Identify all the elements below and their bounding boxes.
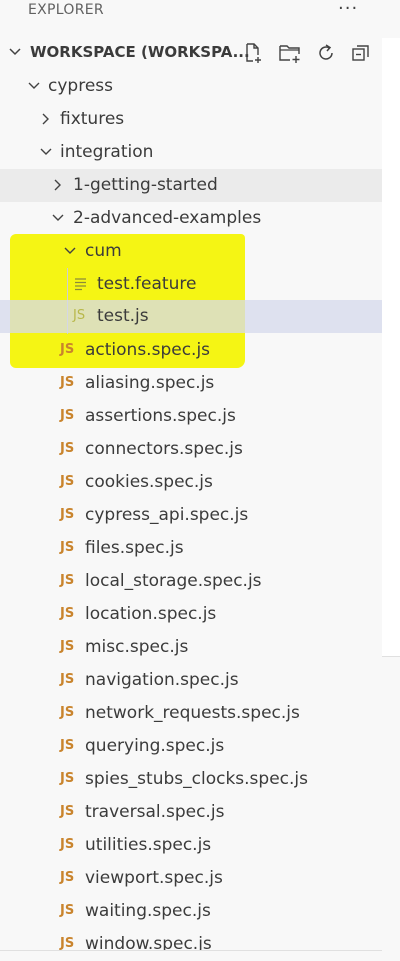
js-file-icon: JS bbox=[60, 738, 75, 753]
tree-item-label: navigation.spec.js bbox=[85, 670, 239, 690]
tree-item-label: test.feature bbox=[97, 274, 197, 294]
tree-item-querying-spec[interactable]: JS querying.spec.js bbox=[0, 730, 382, 763]
editor-edge-top bbox=[382, 0, 400, 38]
tree-item-label: waiting.spec.js bbox=[85, 901, 211, 921]
tree-item-misc-spec[interactable]: JS misc.spec.js bbox=[0, 631, 382, 664]
tree-item-label: fixtures bbox=[60, 109, 125, 129]
tree-item-connectors-spec[interactable]: JS connectors.spec.js bbox=[0, 433, 382, 466]
tree-item-waiting-spec[interactable]: JS waiting.spec.js bbox=[0, 895, 382, 928]
tree-item-label: cypress bbox=[48, 76, 113, 96]
editor-edge-bottom bbox=[382, 656, 400, 961]
chevron-down-icon[interactable] bbox=[26, 78, 42, 94]
tree-item-label: local_storage.spec.js bbox=[85, 571, 262, 591]
js-file-icon: JS bbox=[60, 936, 75, 951]
tree-item-label: aliasing.spec.js bbox=[85, 373, 215, 393]
tree-item-viewport-spec[interactable]: JS viewport.spec.js bbox=[0, 862, 382, 895]
panel-bottom-border bbox=[0, 950, 382, 961]
tree-item-aliasing-spec[interactable]: JS aliasing.spec.js bbox=[0, 367, 382, 400]
tree-item-navigation-spec[interactable]: JS navigation.spec.js bbox=[0, 664, 382, 697]
workspace-header[interactable]: WORKSPACE (WORKSPA... bbox=[0, 36, 382, 68]
chevron-down-icon[interactable] bbox=[62, 243, 78, 259]
tree-item-assertions-spec[interactable]: JS assertions.spec.js bbox=[0, 400, 382, 433]
more-actions-icon[interactable]: ··· bbox=[338, 0, 358, 19]
tree-item-label: cookies.spec.js bbox=[85, 472, 213, 492]
tree-item-utilities-spec[interactable]: JS utilities.spec.js bbox=[0, 829, 382, 862]
tree-item-actions-spec[interactable]: JS actions.spec.js bbox=[0, 334, 382, 367]
workspace-title: WORKSPACE (WORKSPA... bbox=[30, 43, 250, 61]
workspace-actions bbox=[240, 42, 375, 64]
tree-item-label: actions.spec.js bbox=[85, 340, 211, 360]
tree-item-files-spec[interactable]: JS files.spec.js bbox=[0, 532, 382, 565]
tree-item-label: assertions.spec.js bbox=[85, 406, 236, 426]
tree-item-local-storage-spec[interactable]: JS local_storage.spec.js bbox=[0, 565, 382, 598]
chevron-down-icon[interactable] bbox=[6, 43, 24, 61]
explorer-title: EXPLORER bbox=[28, 2, 104, 18]
tree-item-test-js[interactable]: JS test.js bbox=[0, 300, 382, 333]
tree-item-network-requests-spec[interactable]: JS network_requests.spec.js bbox=[0, 697, 382, 730]
explorer-panel: EXPLORER ··· WORKSPACE (WORKSPA... cypre… bbox=[0, 0, 382, 961]
tree-item-label: test.js bbox=[97, 306, 149, 326]
tree-item-label: 2-advanced-examples bbox=[73, 208, 262, 228]
js-file-icon: JS bbox=[60, 639, 75, 654]
tree-item-cum[interactable]: cum bbox=[0, 235, 382, 268]
tree-item-traversal-spec[interactable]: JS traversal.spec.js bbox=[0, 796, 382, 829]
js-file-icon: JS bbox=[60, 540, 75, 555]
js-file-icon: JS bbox=[60, 672, 75, 687]
js-file-icon: JS bbox=[60, 507, 75, 522]
tree-item-label: querying.spec.js bbox=[85, 736, 225, 756]
chevron-down-icon[interactable] bbox=[50, 210, 66, 226]
tree-item-label: network_requests.spec.js bbox=[85, 703, 300, 723]
refresh-icon[interactable] bbox=[315, 42, 337, 64]
tree-item-label: files.spec.js bbox=[85, 538, 184, 558]
tree-item-location-spec[interactable]: JS location.spec.js bbox=[0, 598, 382, 631]
tree-item-1-getting-started[interactable]: 1-getting-started bbox=[0, 169, 382, 202]
chevron-right-icon[interactable] bbox=[50, 177, 66, 193]
feature-file-icon bbox=[74, 277, 90, 293]
new-folder-icon[interactable] bbox=[278, 42, 300, 64]
tree-item-label: location.spec.js bbox=[85, 604, 217, 624]
tree-item-label: integration bbox=[60, 142, 154, 162]
tree-item-cookies-spec[interactable]: JS cookies.spec.js bbox=[0, 466, 382, 499]
collapse-all-icon[interactable] bbox=[350, 42, 372, 64]
tree-item-test-feature[interactable]: test.feature bbox=[0, 268, 382, 301]
js-file-icon: JS bbox=[60, 870, 75, 885]
tree-item-label: spies_stubs_clocks.spec.js bbox=[85, 769, 308, 789]
explorer-header: EXPLORER ··· bbox=[0, 0, 382, 22]
chevron-down-icon[interactable] bbox=[38, 144, 54, 160]
chevron-right-icon[interactable] bbox=[38, 111, 54, 127]
js-file-icon: JS bbox=[73, 308, 86, 323]
tree-item-label: utilities.spec.js bbox=[85, 835, 212, 855]
js-file-icon: JS bbox=[60, 804, 75, 819]
tree-item-label: connectors.spec.js bbox=[85, 439, 243, 459]
tree-item-cypress[interactable]: cypress bbox=[0, 70, 382, 103]
js-file-icon: JS bbox=[60, 903, 75, 918]
js-file-icon: JS bbox=[60, 837, 75, 852]
tree-item-label: cum bbox=[85, 241, 122, 261]
js-file-icon: JS bbox=[60, 375, 75, 390]
js-file-icon: JS bbox=[60, 606, 75, 621]
tree-item-fixtures[interactable]: fixtures bbox=[0, 103, 382, 136]
tree-item-cypress-api-spec[interactable]: JS cypress_api.spec.js bbox=[0, 499, 382, 532]
js-file-icon: JS bbox=[60, 771, 75, 786]
js-file-icon: JS bbox=[60, 573, 75, 588]
tree-item-label: 1-getting-started bbox=[73, 175, 218, 195]
js-file-icon: JS bbox=[60, 441, 75, 456]
tree-item-label: viewport.spec.js bbox=[85, 868, 223, 888]
js-file-icon: JS bbox=[60, 408, 75, 423]
tree-item-label: misc.spec.js bbox=[85, 637, 189, 657]
js-file-icon: JS bbox=[60, 342, 75, 357]
tree-item-integration[interactable]: integration bbox=[0, 136, 382, 169]
new-file-icon[interactable] bbox=[242, 42, 264, 64]
js-file-icon: JS bbox=[60, 705, 75, 720]
tree-item-spies-stubs-clocks-spec[interactable]: JS spies_stubs_clocks.spec.js bbox=[0, 763, 382, 796]
js-file-icon: JS bbox=[60, 474, 75, 489]
editor-edge bbox=[382, 0, 400, 961]
tree-item-label: cypress_api.spec.js bbox=[85, 505, 249, 525]
tree-item-label: traversal.spec.js bbox=[85, 802, 225, 822]
tree-item-2-advanced-examples[interactable]: 2-advanced-examples bbox=[0, 202, 382, 235]
